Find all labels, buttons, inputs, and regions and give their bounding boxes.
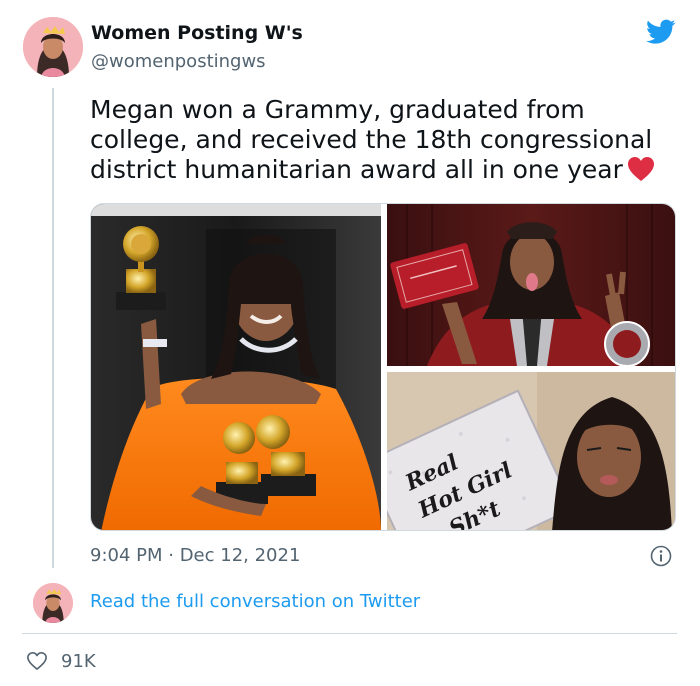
avatar-illustration	[23, 17, 83, 77]
tweet-timestamp[interactable]: 9:04 PM · Dec 12, 2021	[90, 545, 300, 566]
reply-avatar[interactable]	[33, 583, 73, 623]
tweet-text: Megan won a Grammy, graduated from colle…	[90, 95, 690, 185]
graduation-image	[387, 204, 675, 366]
twitter-bird-icon[interactable]	[646, 19, 676, 45]
grad-cap-image: Real Hot Girl Sh*t	[387, 372, 675, 530]
like-count: 91K	[61, 650, 96, 672]
photo-grammys[interactable]	[91, 204, 381, 530]
heart-outline-icon	[27, 652, 47, 670]
media-grid: Real Hot Girl Sh*t	[90, 203, 676, 531]
tweet-body: Megan won a Grammy, graduated from colle…	[90, 95, 653, 184]
author-name[interactable]: Women Posting W's	[91, 22, 303, 44]
red-heart-emoji	[627, 157, 654, 181]
grammys-image	[91, 204, 381, 530]
like-button[interactable]: 91K	[26, 648, 96, 674]
avatar-illustration	[33, 583, 73, 623]
thread-connector-line	[52, 88, 54, 568]
photo-grad-cap[interactable]: Real Hot Girl Sh*t	[387, 372, 675, 530]
divider	[22, 633, 677, 634]
photo-graduation[interactable]	[387, 204, 675, 366]
author-handle[interactable]: @womenpostingws	[91, 51, 266, 72]
author-avatar[interactable]	[23, 17, 83, 77]
info-icon[interactable]	[650, 545, 672, 567]
read-conversation-link[interactable]: Read the full conversation on Twitter	[90, 591, 420, 612]
